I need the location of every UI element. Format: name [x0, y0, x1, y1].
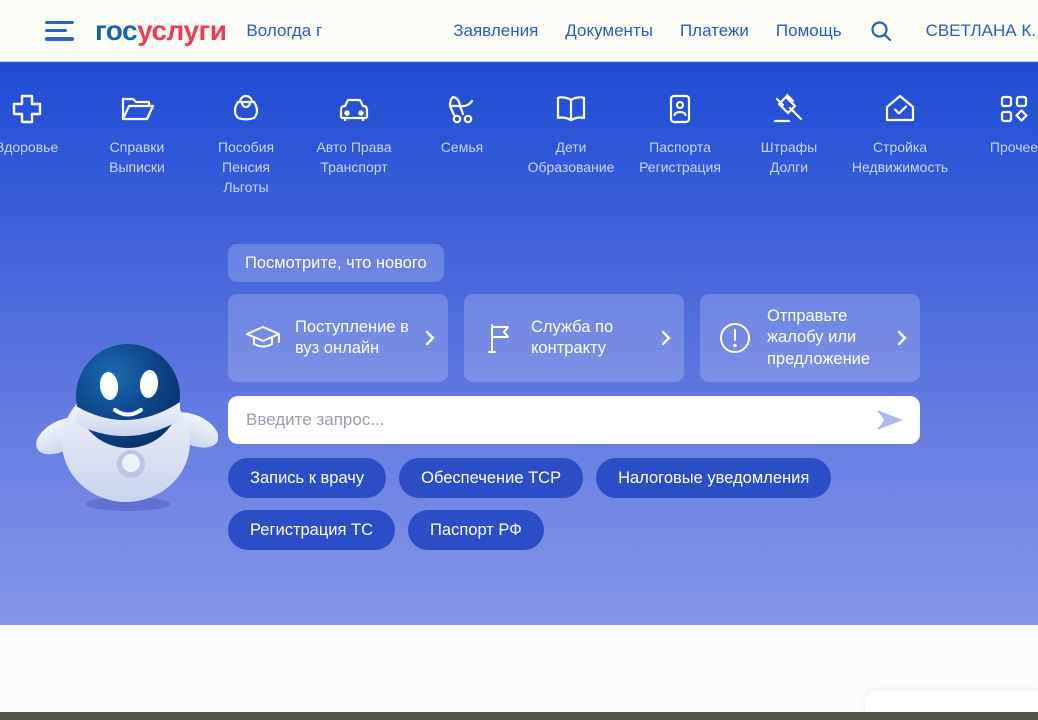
- chip-nalogovye-uvedomleniya[interactable]: Налоговые уведомления: [596, 458, 831, 498]
- category-label: Здоровье: [0, 139, 58, 155]
- search-input[interactable]: [246, 410, 874, 430]
- open-book-icon: [553, 91, 589, 127]
- exclamation-circle-icon: [716, 319, 754, 357]
- whats-new-button[interactable]: Посмотрите, что нового: [228, 244, 444, 282]
- logo-text-blue: гос: [95, 15, 137, 46]
- chip-registratsiya-ts[interactable]: Регистрация ТС: [228, 510, 395, 550]
- nav-item-dokumenty[interactable]: Документы: [565, 21, 653, 41]
- folder-icon: [119, 91, 155, 127]
- chip-zapis-k-vrachu[interactable]: Запись к врачу: [228, 458, 386, 498]
- category-label: Семья: [441, 139, 483, 155]
- car-icon: [336, 91, 372, 127]
- passport-icon: [662, 91, 698, 127]
- card-title: Поступление в вуз онлайн: [295, 317, 417, 360]
- grid-icon: [996, 91, 1032, 127]
- chip-pasport-rf[interactable]: Паспорт РФ: [408, 510, 544, 550]
- hamburger-menu-icon[interactable]: [45, 21, 75, 41]
- category-pasporta[interactable]: ПаспортаРегистрация: [620, 62, 740, 178]
- category-label: Прочее: [990, 139, 1038, 155]
- category-label: Штрафы: [761, 139, 817, 155]
- card-otpravte-zhalobu[interactable]: Отправьте жалобу или предложение: [700, 294, 920, 382]
- category-label: Пособия: [218, 139, 274, 155]
- card-sluzhba-po-kontraktu[interactable]: Служба по контракту: [464, 294, 684, 382]
- category-zdorovye[interactable]: Здоровье: [0, 62, 87, 158]
- card-title: Служба по контракту: [531, 317, 653, 360]
- category-prochee[interactable]: Прочее: [954, 62, 1038, 158]
- category-semya[interactable]: Семья: [402, 62, 522, 158]
- graduation-cap-icon: [244, 319, 282, 357]
- nav-item-pomosch[interactable]: Помощь: [776, 21, 842, 41]
- header-nav: Заявления Документы Платежи Помощь СВЕТЛ…: [453, 19, 1038, 43]
- category-label: Авто Права: [316, 139, 391, 155]
- chevron-right-icon: [660, 330, 672, 346]
- category-avto[interactable]: Авто ПраваТранспорт: [294, 62, 414, 178]
- category-label: Дети: [555, 139, 586, 155]
- health-cross-icon: [9, 91, 45, 127]
- assistant-search-bar: [228, 396, 920, 444]
- nav-item-zayavleniya[interactable]: Заявления: [453, 21, 538, 41]
- category-label: Паспорта: [649, 139, 711, 155]
- gosuslugi-home-page: госуслуги Вологда г Заявления Документы …: [0, 0, 1038, 720]
- gosuslugi-logo[interactable]: госуслуги: [95, 15, 226, 47]
- chevron-right-icon: [896, 330, 908, 346]
- hero-section: Здоровье СправкиВыписки ПособияПенсияЛьг…: [0, 62, 1038, 625]
- category-shtrafy[interactable]: ШтрафыДолги: [729, 62, 849, 178]
- house-check-icon: [882, 91, 918, 127]
- purse-icon: [228, 91, 264, 127]
- nav-item-platezhi[interactable]: Платежи: [680, 21, 749, 41]
- chip-obespechenie-tsr[interactable]: Обеспечение ТСР: [399, 458, 583, 498]
- category-deti[interactable]: ДетиОбразование: [511, 62, 631, 178]
- logo-text-red: услуги: [137, 15, 226, 46]
- category-spravki[interactable]: СправкиВыписки: [77, 62, 197, 178]
- gavel-icon: [771, 91, 807, 127]
- chevron-right-icon: [424, 330, 436, 346]
- category-label: Справки: [110, 139, 165, 155]
- category-label: Стройка: [873, 139, 927, 155]
- robot-mascot: [33, 324, 218, 524]
- bottom-right-popup: [865, 690, 1038, 712]
- bottom-bar: [0, 712, 1038, 720]
- user-account-button[interactable]: СВЕТЛАНА К.: [926, 21, 1036, 41]
- card-title: Отправьте жалобу или предложение: [767, 306, 889, 370]
- search-icon[interactable]: [869, 19, 893, 43]
- flag-icon: [480, 319, 518, 357]
- category-stroyka[interactable]: СтройкаНедвижимость: [840, 62, 960, 178]
- category-posobiya[interactable]: ПособияПенсияЛьготы: [186, 62, 306, 198]
- quick-cards: Поступление в вуз онлайн Служба по контр…: [228, 294, 920, 382]
- stroller-icon: [444, 91, 480, 127]
- top-header: госуслуги Вологда г Заявления Документы …: [0, 0, 1038, 62]
- send-arrow-icon[interactable]: [874, 407, 906, 433]
- suggestion-chips: Запись к врачу Обеспечение ТСР Налоговые…: [228, 458, 928, 550]
- location-selector[interactable]: Вологда г: [246, 21, 322, 41]
- card-postuplenie-v-vuz[interactable]: Поступление в вуз онлайн: [228, 294, 448, 382]
